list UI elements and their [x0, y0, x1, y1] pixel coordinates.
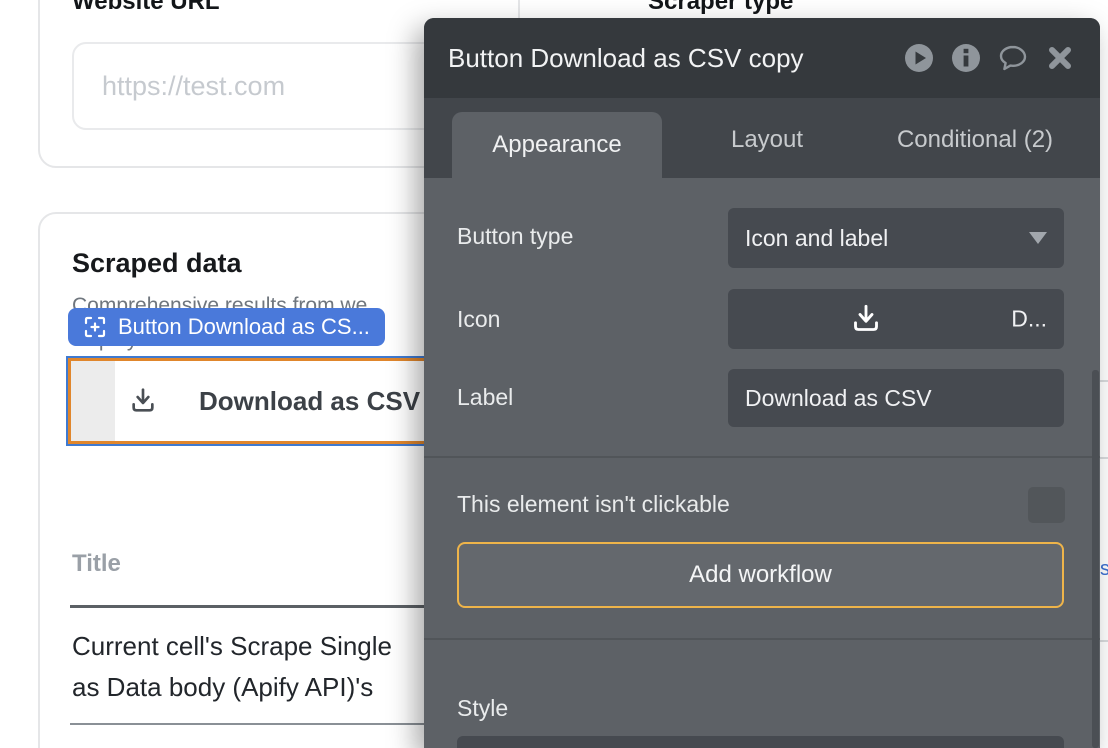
button-type-label: Button type: [457, 223, 573, 250]
page-sliver-line: [1100, 640, 1108, 642]
icon-picker-value: D...: [1011, 306, 1047, 333]
close-icon[interactable]: [1044, 42, 1076, 74]
comment-icon[interactable]: [997, 42, 1029, 74]
tab-appearance[interactable]: Appearance: [452, 112, 662, 178]
download-icon: [127, 385, 159, 417]
bubble-editor-screen: Website URL Scraper type Scraped data Co…: [0, 0, 1108, 748]
property-editor-panel: Button Download as CSV copy Appearance L…: [424, 18, 1100, 748]
add-workflow-button[interactable]: Add workflow: [457, 542, 1064, 608]
page-sliver-line: [1100, 380, 1108, 382]
page-sliver-text: s: [1100, 558, 1108, 580]
button-gray-strip: [71, 361, 115, 441]
tab-conditional[interactable]: Conditional (2): [865, 126, 1085, 154]
panel-header: Button Download as CSV copy: [424, 18, 1100, 98]
label-input[interactable]: Download as CSV: [728, 369, 1064, 427]
section-divider: [424, 456, 1100, 458]
download-icon: [848, 301, 884, 337]
scraper-type-label: Scraper type: [648, 0, 793, 16]
panel-title: Button Download as CSV copy: [448, 43, 888, 74]
page-sliver-line: [1100, 457, 1108, 459]
style-label: Style: [457, 695, 508, 722]
website-url-label: Website URL: [72, 0, 220, 16]
tab-layout[interactable]: Layout: [683, 126, 851, 154]
table-cell-text-line2: as Data body (Apify API)'s: [72, 672, 373, 703]
label-label: Label: [457, 384, 513, 411]
selected-element-badge[interactable]: Button Download as CS...: [68, 308, 385, 346]
not-clickable-checkbox[interactable]: [1028, 487, 1065, 523]
website-url-input[interactable]: [72, 42, 474, 130]
crop-plus-icon: [83, 315, 107, 339]
label-input-value: Download as CSV: [745, 385, 932, 412]
chevron-down-icon: [1029, 232, 1047, 244]
panel-tabbar: Appearance Layout Conditional (2): [424, 98, 1100, 178]
download-csv-button-label: Download as CSV: [199, 386, 420, 417]
icon-picker-field[interactable]: D...: [728, 289, 1064, 349]
table-column-header: Title: [72, 550, 121, 578]
button-type-dropdown[interactable]: Icon and label: [728, 208, 1064, 268]
style-dropdown[interactable]: [457, 736, 1064, 748]
scraped-data-title: Scraped data: [72, 248, 242, 279]
play-icon[interactable]: [903, 42, 935, 74]
icon-label: Icon: [457, 306, 500, 333]
panel-scrollbar[interactable]: [1092, 370, 1099, 748]
table-cell-text-line1: Current cell's Scrape Single: [72, 631, 392, 662]
button-type-value: Icon and label: [745, 225, 888, 252]
not-clickable-label: This element isn't clickable: [457, 491, 730, 518]
info-icon[interactable]: [950, 42, 982, 74]
selected-element-badge-label: Button Download as CS...: [118, 314, 370, 340]
section-divider: [424, 638, 1100, 640]
